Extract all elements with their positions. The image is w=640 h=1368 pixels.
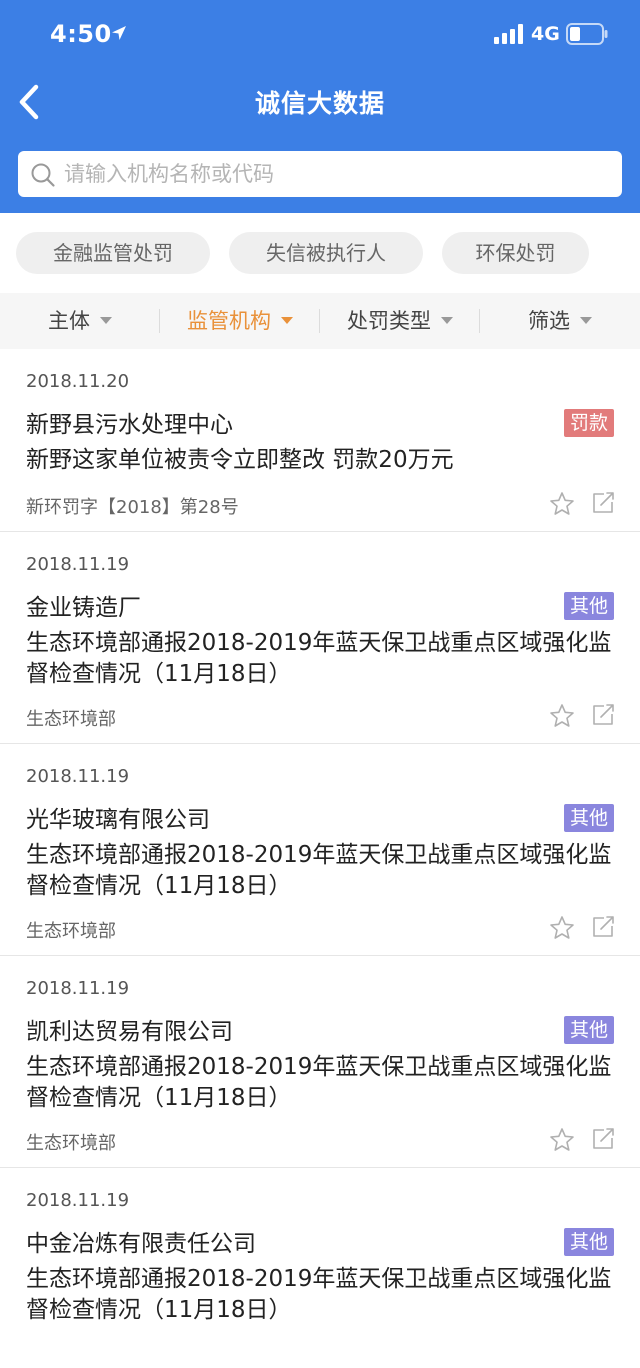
filter-penalty-type[interactable]: 处罚类型 (320, 293, 480, 349)
item-desc: 生态环境部通报2018-2019年蓝天保卫战重点区域强化监督检查情况（11月18… (26, 1266, 612, 1323)
caret-down-icon (580, 316, 592, 324)
share-icon[interactable] (591, 491, 615, 515)
item-name: 凯利达贸易有限公司 (26, 1019, 233, 1045)
chip-dishonest-debtor[interactable]: 失信被执行人 (229, 232, 423, 274)
chip-environment-penalty[interactable]: 环保处罚 (442, 232, 589, 274)
item-date: 2018.11.19 (26, 1190, 130, 1211)
list-item[interactable]: 2018.11.19 凯利达贸易有限公司 其他 生态环境部通报2018-2019… (0, 956, 640, 1168)
header: 4:50 4G 诚信大数据 (0, 0, 640, 213)
penalty-list: 2018.11.20 新野县污水处理中心 罚款 新野这家单位被责令立即整改 罚款… (0, 349, 640, 1368)
item-name: 中金冶炼有限责任公司 (26, 1231, 256, 1257)
item-desc: 生态环境部通报2018-2019年蓝天保卫战重点区域强化监督检查情况（11月18… (26, 842, 612, 899)
item-desc: 新野这家单位被责令立即整改 罚款20万元 (26, 447, 454, 473)
item-desc: 生态环境部通报2018-2019年蓝天保卫战重点区域强化监督检查情况（11月18… (26, 1054, 612, 1111)
item-name: 金业铸造厂 (26, 595, 141, 621)
caret-down-icon (441, 316, 453, 324)
item-source: 生态环境部 (26, 709, 116, 730)
star-icon[interactable] (549, 703, 575, 729)
status-bar: 4:50 4G (0, 0, 640, 70)
list-item[interactable]: 2018.11.19 中金冶炼有限责任公司 其他 生态环境部通报2018-201… (0, 1168, 640, 1368)
item-source: 生态环境部 (26, 1133, 116, 1154)
search-icon (31, 163, 55, 187)
star-icon[interactable] (549, 915, 575, 941)
filter-regulator-label: 监管机构 (187, 309, 271, 333)
filter-screen-label: 筛选 (528, 309, 570, 333)
item-date: 2018.11.19 (26, 766, 130, 787)
category-chips: 金融监管处罚 失信被执行人 环保处罚 (0, 213, 640, 293)
share-icon[interactable] (591, 703, 615, 727)
page-title: 诚信大数据 (254, 89, 385, 118)
chip-financial-penalty[interactable]: 金融监管处罚 (16, 232, 210, 274)
network-type: 4G (531, 23, 560, 45)
filter-subject-label: 主体 (48, 309, 90, 333)
list-item[interactable]: 2018.11.19 光华玻璃有限公司 其他 生态环境部通报2018-2019年… (0, 744, 640, 956)
item-tag-other: 其他 (563, 592, 614, 620)
search-input[interactable] (64, 151, 604, 197)
item-desc: 生态环境部通报2018-2019年蓝天保卫战重点区域强化监督检查情况（11月18… (26, 630, 612, 687)
filter-screen[interactable]: 筛选 (480, 293, 640, 349)
filter-subject[interactable]: 主体 (0, 293, 160, 349)
list-item[interactable]: 2018.11.19 金业铸造厂 其他 生态环境部通报2018-2019年蓝天保… (0, 532, 640, 744)
location-arrow-icon (112, 26, 126, 40)
caret-down-icon (281, 316, 293, 324)
item-tag-other: 其他 (563, 1228, 614, 1256)
item-source: 生态环境部 (26, 921, 116, 942)
filter-regulator[interactable]: 监管机构 (160, 293, 320, 349)
item-name: 新野县污水处理中心 (26, 412, 233, 438)
status-time: 4:50 (50, 20, 112, 48)
filter-penalty-type-label: 处罚类型 (347, 309, 431, 333)
item-name: 光华玻璃有限公司 (26, 807, 210, 833)
item-tag-fine: 罚款 (563, 409, 614, 437)
battery-icon (566, 23, 608, 45)
item-date: 2018.11.19 (26, 978, 130, 999)
item-date: 2018.11.19 (26, 554, 130, 575)
item-date: 2018.11.20 (26, 371, 130, 392)
signal-icon (494, 24, 523, 44)
item-tag-other: 其他 (563, 804, 614, 832)
list-item[interactable]: 2018.11.20 新野县污水处理中心 罚款 新野这家单位被责令立即整改 罚款… (0, 349, 640, 532)
filter-bar: 主体 监管机构 处罚类型 筛选 (0, 293, 640, 349)
caret-down-icon (100, 316, 112, 324)
share-icon[interactable] (591, 915, 615, 939)
item-tag-other: 其他 (563, 1016, 614, 1044)
star-icon[interactable] (549, 1127, 575, 1153)
item-source: 新环罚字【2018】第28号 (26, 497, 239, 518)
star-icon[interactable] (549, 491, 575, 517)
search-box[interactable] (18, 151, 622, 197)
share-icon[interactable] (591, 1127, 615, 1151)
